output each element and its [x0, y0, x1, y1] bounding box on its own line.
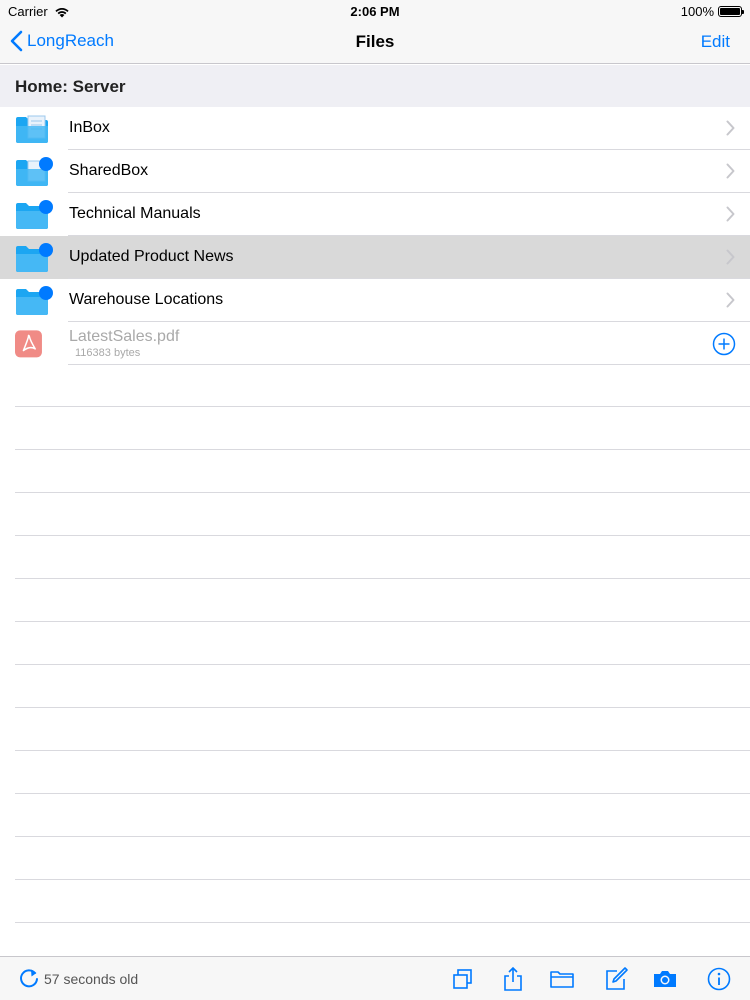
section-header: Home: Server	[0, 65, 750, 107]
chevron-right-icon	[726, 163, 735, 179]
refresh-icon	[20, 969, 38, 988]
clock: 2:06 PM	[350, 4, 400, 19]
refresh-button[interactable]: 57 seconds old	[18, 968, 138, 990]
folder-icon	[16, 286, 53, 315]
list-item-inbox[interactable]: InBox	[0, 107, 750, 150]
folder-icon	[16, 243, 53, 272]
pdf-icon	[15, 330, 42, 358]
edit-button[interactable]: Edit	[701, 32, 730, 52]
list-item-updated-product-news[interactable]: Updated Product News	[0, 236, 750, 279]
list-item-label: SharedBox	[69, 162, 149, 179]
status-bar: Carrier 2:06 PM 100%	[0, 0, 750, 22]
bottom-toolbar: 57 seconds old	[0, 956, 750, 1000]
inbox-folder-icon	[16, 115, 48, 143]
camera-icon[interactable]	[652, 966, 678, 992]
list-item-warehouse-locations[interactable]: Warehouse Locations	[0, 279, 750, 322]
compose-icon[interactable]	[603, 966, 629, 992]
list-item-label: InBox	[69, 119, 110, 136]
folder-outline-icon[interactable]	[549, 966, 575, 992]
file-size: 116383 bytes	[75, 347, 141, 359]
add-circle-icon[interactable]	[712, 332, 736, 356]
folder-icon	[16, 200, 53, 229]
shared-folder-icon	[16, 157, 53, 186]
navigation-bar: LongReach Files Edit	[0, 22, 750, 64]
list-item-label: Technical Manuals	[69, 205, 201, 222]
file-name: LatestSales.pdf	[69, 328, 180, 345]
empty-list-area	[0, 364, 750, 923]
battery-icon	[718, 6, 744, 17]
list-item-technical-manuals[interactable]: Technical Manuals	[0, 193, 750, 236]
battery-percent: 100%	[680, 4, 714, 19]
chevron-right-icon	[726, 120, 735, 136]
list-item-label: Updated Product News	[69, 248, 234, 265]
list-item-file[interactable]: LatestSales.pdf 116383 bytes	[0, 322, 750, 365]
list-item-label: Warehouse Locations	[69, 291, 224, 308]
info-icon[interactable]	[706, 966, 732, 992]
chevron-right-icon	[726, 206, 735, 222]
list-item-sharedbox[interactable]: SharedBox	[0, 150, 750, 193]
chevron-right-icon	[726, 249, 735, 265]
refresh-status: 57 seconds old	[44, 971, 139, 987]
share-icon[interactable]	[500, 966, 526, 992]
chevron-right-icon	[726, 292, 735, 308]
duplicate-icon[interactable]	[450, 966, 476, 992]
page-title: Files	[355, 32, 395, 51]
file-list: InBox SharedBox Technical Manuals Update…	[0, 107, 750, 365]
